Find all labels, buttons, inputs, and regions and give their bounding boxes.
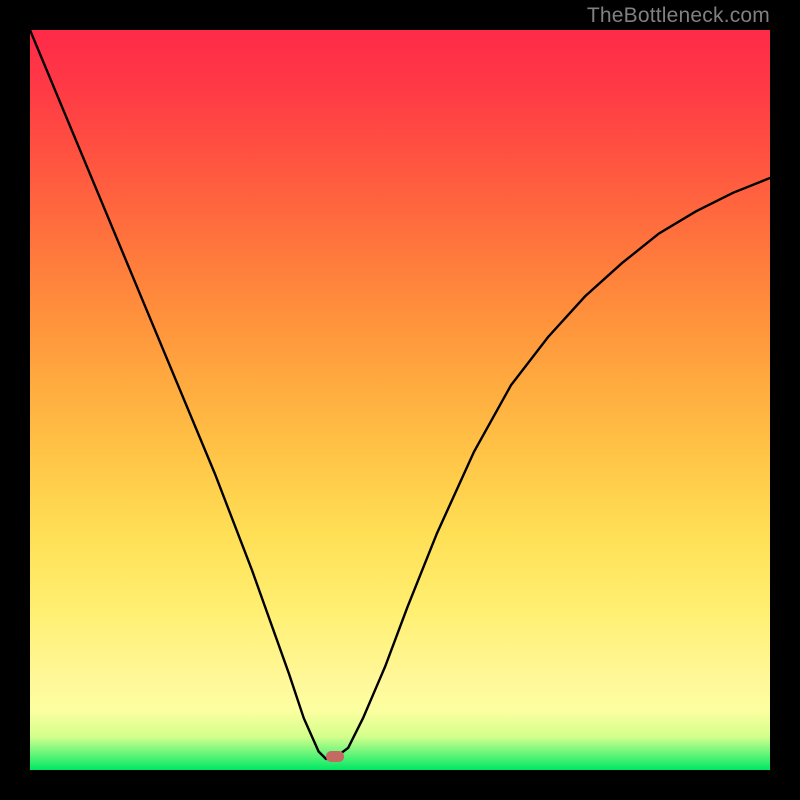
curve-left-arm	[30, 30, 333, 759]
watermark-text: TheBottleneck.com	[587, 4, 770, 28]
bottleneck-curve	[30, 30, 770, 770]
curve-right-arm	[333, 178, 770, 759]
optimal-point-marker	[326, 751, 344, 762]
chart-frame: TheBottleneck.com	[0, 0, 800, 800]
